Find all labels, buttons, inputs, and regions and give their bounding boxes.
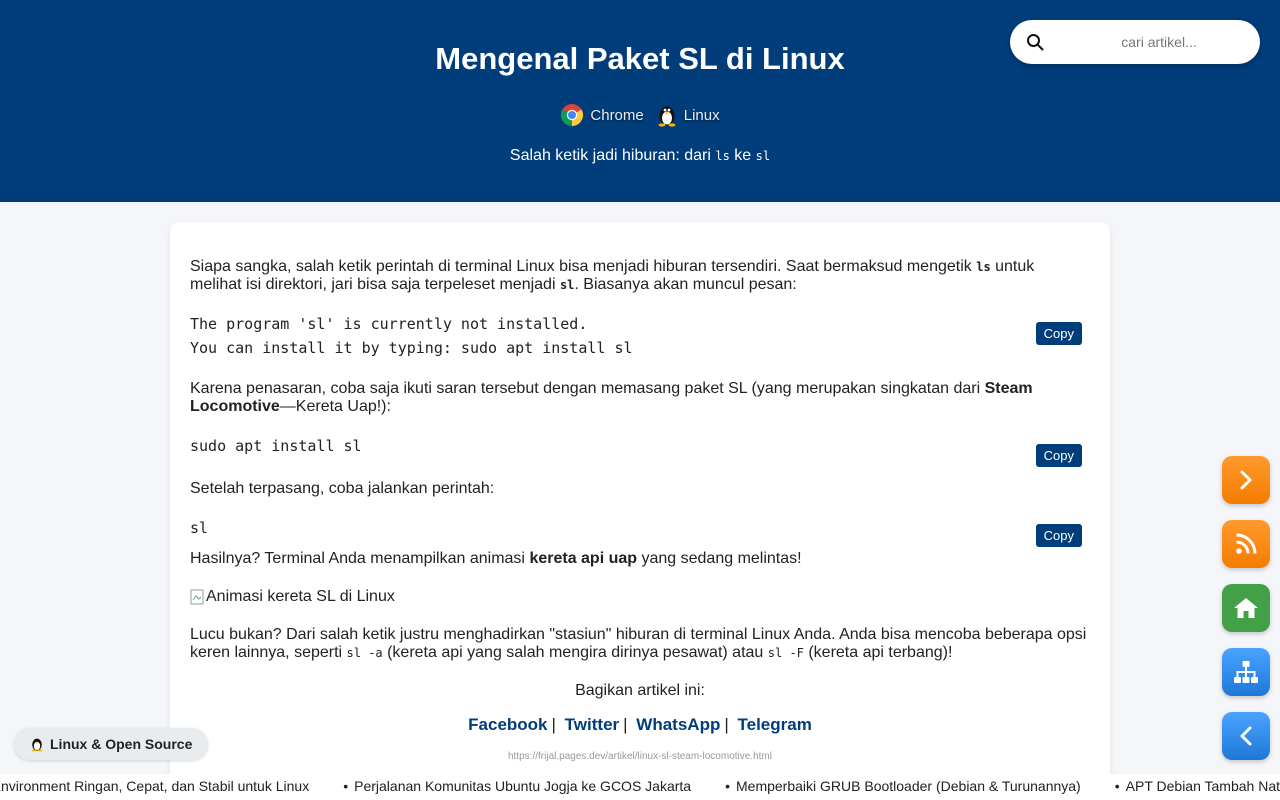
search-input[interactable] bbox=[1094, 34, 1224, 50]
chevron-left-icon bbox=[1240, 726, 1252, 746]
code-block-run: sl Copy bbox=[190, 516, 1090, 547]
ticker-item[interactable]: APT Debian Tambah Native bbox=[1115, 776, 1280, 796]
next-article-button[interactable] bbox=[1222, 456, 1270, 504]
category-label: Linux & Open Source bbox=[50, 736, 193, 752]
share-links: Facebook | Twitter | WhatsApp | Telegram bbox=[468, 715, 812, 734]
tag-list: Chrome Linux bbox=[0, 103, 1280, 127]
article-card: Siapa sangka, salah ketik perintah di te… bbox=[170, 222, 1110, 800]
search-box bbox=[1010, 20, 1260, 64]
copy-button[interactable]: Copy bbox=[1035, 444, 1082, 467]
home-icon bbox=[1234, 598, 1258, 618]
tag-label: Chrome bbox=[590, 106, 644, 124]
share-title: Bagikan artikel ini: bbox=[575, 682, 705, 699]
search-icon[interactable] bbox=[1026, 33, 1044, 51]
tux-penguin-icon bbox=[658, 106, 676, 127]
paragraph-conclusion: Lucu bukan? Dari salah ketik justru meng… bbox=[190, 626, 1087, 661]
back-button[interactable] bbox=[1222, 712, 1270, 760]
paragraph-result: Hasilnya? Terminal Anda menampilkan anim… bbox=[190, 550, 802, 567]
rss-button[interactable] bbox=[1222, 520, 1270, 568]
ticker-track: o Environment Ringan, Cepat, dan Stabil … bbox=[0, 776, 1280, 796]
share-twitter-link[interactable]: Twitter bbox=[565, 715, 619, 734]
category-badge[interactable]: Linux & Open Source bbox=[14, 728, 209, 760]
ticker-item[interactable]: Memperbaiki GRUB Bootloader (Debian & Tu… bbox=[725, 776, 1081, 796]
sitemap-icon bbox=[1234, 661, 1258, 683]
page-header: Mengenal Paket SL di Linux Chrome Linux … bbox=[0, 0, 1280, 202]
ticker-item[interactable]: Perjalanan Komunitas Ubuntu Jogja ke GCO… bbox=[343, 776, 691, 796]
chrome-icon bbox=[561, 104, 584, 126]
copy-button[interactable]: Copy bbox=[1035, 322, 1082, 345]
share-whatsapp-link[interactable]: WhatsApp bbox=[636, 715, 720, 734]
share-facebook-link[interactable]: Facebook bbox=[468, 715, 547, 734]
paragraph-run: Setelah terpasang, coba jalankan perinta… bbox=[190, 480, 495, 497]
rss-icon bbox=[1236, 533, 1257, 554]
tux-penguin-icon bbox=[31, 738, 43, 752]
article-url: https://frijal.pages.dev/artikel/linux-s… bbox=[508, 751, 772, 762]
tag-label: Linux bbox=[683, 106, 720, 124]
tag-chrome[interactable]: Chrome bbox=[560, 103, 644, 127]
broken-image-icon bbox=[190, 589, 204, 605]
page-subtitle: Salah ketik jadi hiburan: dari ls ke sl bbox=[509, 147, 771, 164]
paragraph-intro: Siapa sangka, salah ketik perintah di te… bbox=[190, 258, 1035, 293]
tag-linux[interactable]: Linux bbox=[656, 103, 720, 127]
article-ticker: o Environment Ringan, Cepat, dan Stabil … bbox=[0, 774, 1280, 800]
share-telegram-link[interactable]: Telegram bbox=[738, 715, 812, 734]
chevron-right-icon bbox=[1240, 470, 1252, 490]
home-button[interactable] bbox=[1222, 584, 1270, 632]
paragraph-install: Karena penasaran, coba saja ikuti saran … bbox=[190, 380, 1033, 415]
code-block-message: The program 'sl' is currently not instal… bbox=[190, 312, 1090, 360]
ticker-item[interactable]: o Environment Ringan, Cepat, dan Stabil … bbox=[0, 776, 309, 796]
image-alt-text: Animasi kereta SL di Linux bbox=[206, 588, 395, 605]
broken-image: Animasi kereta SL di Linux bbox=[190, 588, 1090, 606]
copy-button[interactable]: Copy bbox=[1035, 524, 1082, 547]
code-block-install: sudo apt install sl Copy bbox=[190, 434, 1090, 467]
sitemap-button[interactable] bbox=[1222, 648, 1270, 696]
